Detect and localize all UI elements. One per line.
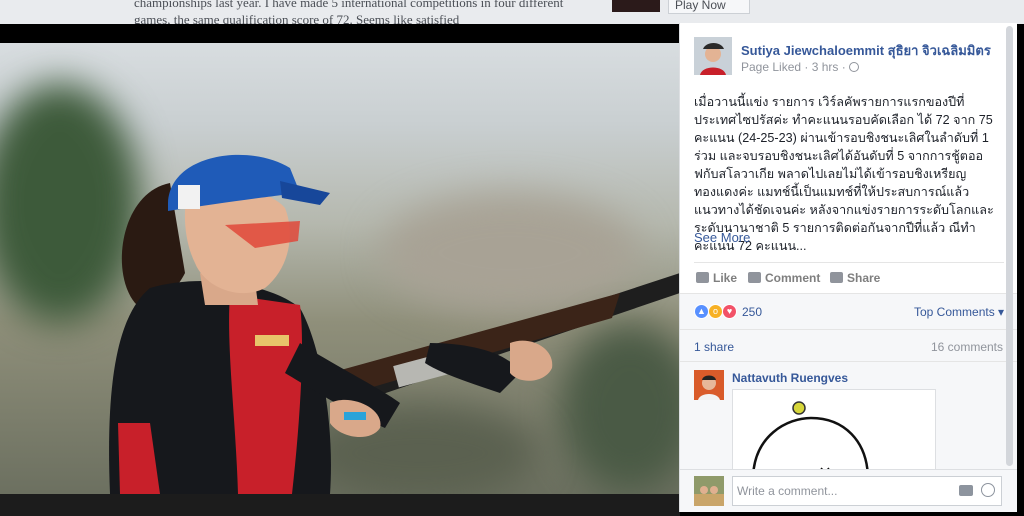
post-photo[interactable] <box>0 43 680 494</box>
comment-label: Comment <box>765 271 821 285</box>
like-reaction-icon[interactable]: ▲ <box>694 304 709 319</box>
shooter-illustration <box>109 154 680 494</box>
comment-box <box>732 476 1002 506</box>
camera-icon[interactable] <box>959 485 973 496</box>
comment-item: Nattavuth Ruengves <box>680 361 1017 469</box>
post-meta-text: Page Liked · 3 hrs · <box>741 60 846 74</box>
comment-bubble-icon <box>748 272 761 283</box>
comment-sticker-image[interactable] <box>732 389 936 469</box>
thumbs-up-icon <box>696 272 709 283</box>
play-now-button[interactable]: Play Now <box>668 0 750 14</box>
comment-button[interactable]: Comment <box>748 271 820 285</box>
wow-reaction-icon[interactable]: o <box>708 304 723 319</box>
reaction-count[interactable]: 250 <box>742 305 762 319</box>
like-button[interactable]: Like <box>696 271 737 285</box>
commenter-avatar[interactable] <box>694 370 724 400</box>
viewer-avatar[interactable] <box>694 476 724 506</box>
emoji-icon[interactable] <box>981 483 995 497</box>
globe-icon[interactable] <box>848 62 859 72</box>
background-thumbnail <box>612 0 660 12</box>
author-avatar[interactable] <box>694 37 732 75</box>
share-button[interactable]: Share <box>830 271 880 285</box>
post-author-name[interactable]: Sutiya Jiewchaloemmit สุธิยา จิวเฉลิมมิต… <box>741 40 991 61</box>
background-page: championships last year. I have made 5 i… <box>0 0 1024 24</box>
share-count-link[interactable]: 1 share <box>694 340 734 354</box>
like-label: Like <box>713 271 738 285</box>
post-stats: 1 share 16 comments <box>680 329 1017 361</box>
post-actions: Like Comment Share <box>694 262 1004 292</box>
top-comments-dropdown[interactable]: Top Comments ▾ <box>914 305 1004 319</box>
commenter-name[interactable]: Nattavuth Ruengves <box>732 371 848 385</box>
post-header: Sutiya Jiewchaloemmit สุธิยา จิวเฉลิมมิต… <box>694 37 1004 77</box>
comment-input[interactable] <box>737 479 951 503</box>
comment-composer <box>680 469 1017 512</box>
background-article-text: championships last year. I have made 5 i… <box>134 0 564 24</box>
post-side-panel: Sutiya Jiewchaloemmit สุธิยา จิวเฉลิมมิต… <box>679 23 1017 512</box>
love-reaction-icon[interactable]: ♥ <box>722 304 737 319</box>
comment-count-link[interactable]: 16 comments <box>931 340 1003 354</box>
viewer-bottom-bar <box>0 494 680 516</box>
reactions-bar: ▲ o ♥ 250 Top Comments ▾ <box>680 293 1017 329</box>
share-arrow-icon <box>830 272 843 283</box>
see-more-link[interactable]: See More <box>694 230 750 245</box>
panel-scrollbar[interactable] <box>1006 26 1013 466</box>
post-meta: Page Liked · 3 hrs · <box>741 60 859 74</box>
share-label: Share <box>847 271 881 285</box>
